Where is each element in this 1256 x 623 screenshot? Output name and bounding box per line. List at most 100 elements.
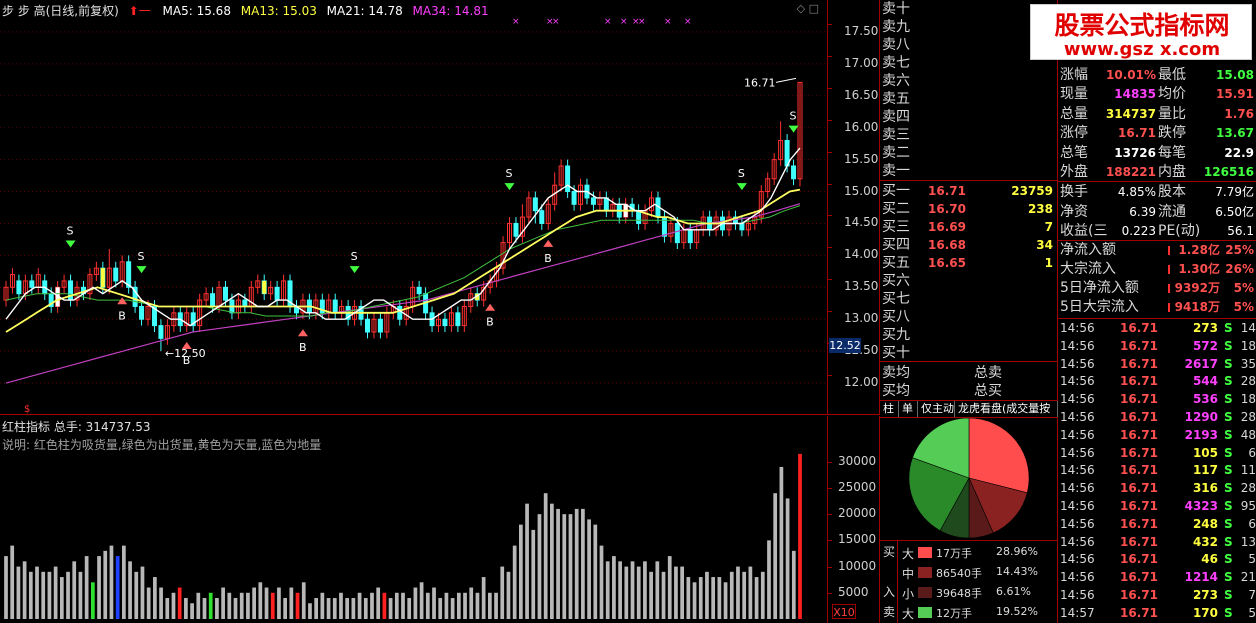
buy-level-volume: 1 xyxy=(1044,256,1053,270)
flow-label: 5日净流入额 xyxy=(1060,280,1139,296)
volume-tick xyxy=(828,566,832,568)
price-label: 15.00 xyxy=(844,183,879,198)
flow-swatch xyxy=(918,567,932,578)
sell-level: 卖六 xyxy=(882,73,910,89)
volume-tick xyxy=(828,540,832,542)
tab-1[interactable]: 单 xyxy=(899,401,918,417)
tick-volume: 544 xyxy=(1192,374,1218,389)
top-marker-icon: × xyxy=(552,17,560,27)
volume-bar xyxy=(655,561,660,619)
volume-bar xyxy=(667,556,672,619)
volume-bar xyxy=(791,550,796,619)
sell-signal-label: S xyxy=(351,250,358,263)
tick-count: 7 xyxy=(1248,588,1256,602)
flow-pct: 5% xyxy=(1233,281,1254,295)
tick-price: 16.71 xyxy=(1120,516,1158,531)
tick-volume: 536 xyxy=(1192,392,1218,407)
sell-signal-label: S xyxy=(790,110,797,123)
indicator-panel[interactable]: 红柱指标 总手: 314737.53 说明: 红色柱为吸货量,绿色为出货量,黄色… xyxy=(0,416,828,623)
volume-bar xyxy=(767,540,771,619)
volume-bar xyxy=(612,556,616,619)
tick-count: 14 xyxy=(1240,321,1256,335)
volume-bar xyxy=(512,545,517,619)
flow-pie-chart xyxy=(908,418,1030,539)
volume-bar xyxy=(159,587,163,619)
sell-arrow-icon xyxy=(788,125,799,133)
volume-bar xyxy=(779,466,784,619)
volume-bar xyxy=(388,598,393,619)
tick-volume: 170 xyxy=(1192,605,1218,620)
flow-swatch xyxy=(918,547,932,558)
volume-bar xyxy=(425,592,430,619)
candle-body xyxy=(603,197,609,212)
sell-level: 卖五 xyxy=(882,91,910,107)
quote-label: 内盘 xyxy=(1158,164,1186,180)
flow-pct: 14.43% xyxy=(996,565,1038,578)
chart-settings-icon[interactable]: ◇ □ xyxy=(797,2,819,15)
tick-time: 14:56 xyxy=(1060,570,1095,585)
volume-bar xyxy=(351,598,356,619)
price-tick xyxy=(828,247,832,249)
volume-bar xyxy=(264,587,269,619)
volume-bar xyxy=(121,545,126,619)
volume-tick xyxy=(828,487,832,489)
price-tick xyxy=(828,183,832,185)
flow-pct: 19.52% xyxy=(996,605,1038,618)
volume-bar xyxy=(165,598,170,619)
volume-bar xyxy=(562,514,567,619)
candle-body xyxy=(113,267,119,282)
volume-bar xyxy=(72,561,77,619)
fund-value: 0.223 xyxy=(1121,224,1156,238)
volume-bar xyxy=(556,508,560,619)
tick-price: 16.71 xyxy=(1120,588,1158,602)
volume-bar xyxy=(550,503,554,619)
volume-bar xyxy=(16,566,21,619)
volume-bar xyxy=(103,550,108,619)
quote-value: 13.67 xyxy=(1216,126,1254,140)
tick-time: 14:57 xyxy=(1060,605,1095,620)
volume-bar xyxy=(22,561,27,619)
price-label: 14.50 xyxy=(844,215,879,230)
tab-3[interactable]: 龙虎看盘(成交量按 xyxy=(955,401,1058,417)
buy-level-label: 买七 xyxy=(882,291,910,307)
kline-panel[interactable]: S S S S S S B B B B B × × × × × × × × × 16.71 ←12.50 $ 步 步 高(日… xyxy=(0,0,828,415)
tick-time: 14:56 xyxy=(1060,338,1095,353)
candle-body xyxy=(158,325,164,339)
candle-body xyxy=(377,318,383,333)
fund-value: 4.85% xyxy=(1117,185,1156,199)
volume-bar xyxy=(184,598,188,619)
sell-level: 卖七 xyxy=(882,55,910,71)
volume-bar xyxy=(748,566,753,619)
tick-price: 16.71 xyxy=(1120,481,1158,496)
volume-bar xyxy=(10,545,15,619)
flow-sell-label: 卖 xyxy=(883,605,896,619)
tab-2[interactable]: 仅主动 xyxy=(918,401,955,417)
volume-bar xyxy=(432,587,436,619)
tick-count: 18 xyxy=(1240,338,1256,353)
volume-bar xyxy=(289,587,294,619)
high-pointer xyxy=(775,77,797,83)
tick-count: 6 xyxy=(1248,516,1256,531)
tick-volume: 316 xyxy=(1192,481,1218,496)
flow-label: 5日大宗流入 xyxy=(1060,299,1139,315)
sell-level: 卖八 xyxy=(882,37,910,53)
quote-label: 涨幅 xyxy=(1060,66,1088,83)
tick-price: 16.71 xyxy=(1120,338,1158,353)
tick-count: 21 xyxy=(1240,570,1256,585)
highlight-candle xyxy=(100,268,105,288)
volume-bar xyxy=(90,582,95,619)
buy-level-label: 买四 xyxy=(882,237,910,253)
volume-bar xyxy=(568,514,573,619)
volume-bar xyxy=(320,592,325,619)
tick-count: 28 xyxy=(1240,481,1256,496)
price-label: 13.50 xyxy=(844,279,879,294)
volume-bar xyxy=(487,592,492,619)
candle-body xyxy=(636,210,642,224)
volume-axis-label: 20000 xyxy=(838,506,877,521)
watermark-url: www.gsz x.com xyxy=(1063,39,1221,60)
tab-0[interactable]: 柱 xyxy=(880,401,899,417)
tick-time: 14:56 xyxy=(1060,427,1095,442)
quote-label: 外盘 xyxy=(1060,164,1088,180)
buy-level-price: 16.69 xyxy=(928,220,966,234)
volume-axis-label: 25000 xyxy=(838,479,877,494)
